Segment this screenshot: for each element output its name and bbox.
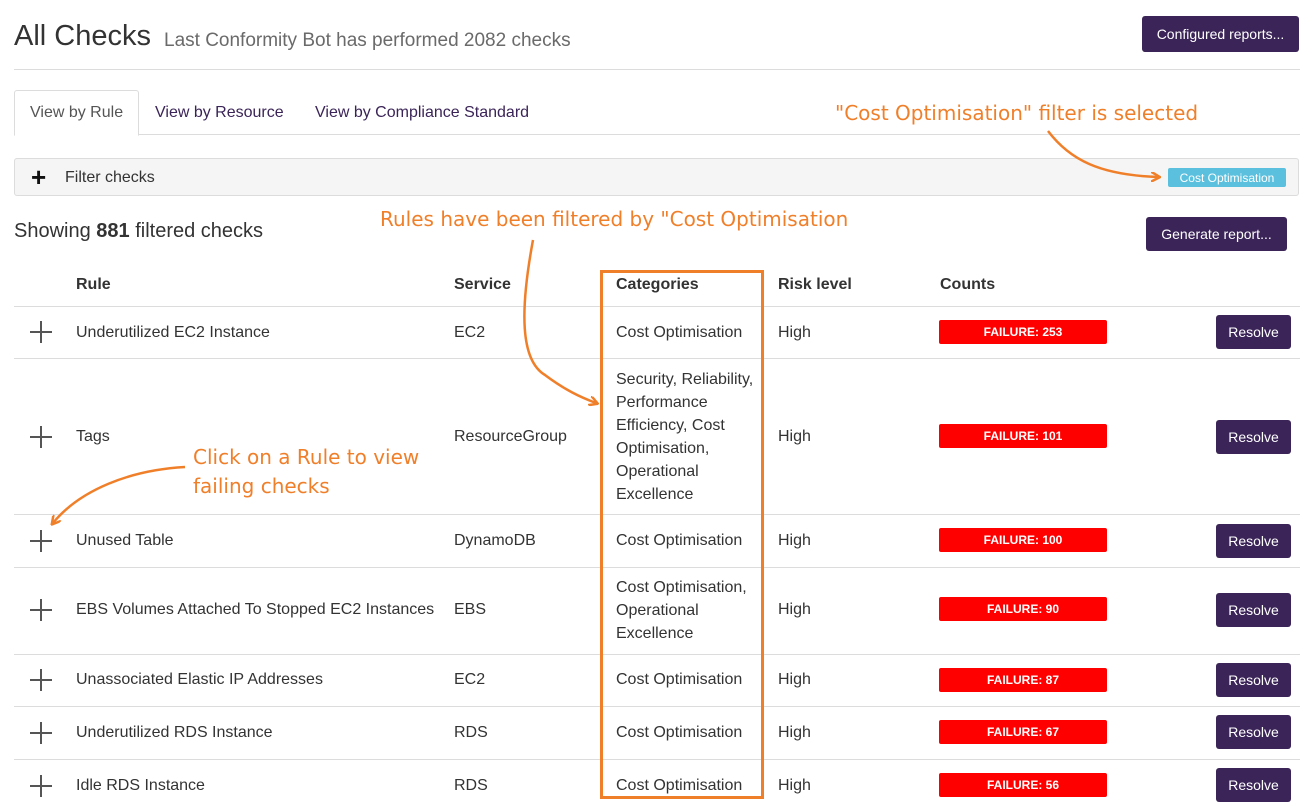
table-row[interactable]: Unassociated Elastic IP Addresses EC2 Co… [14, 655, 1300, 707]
table-row[interactable]: Underutilized RDS Instance RDS Cost Opti… [14, 707, 1300, 760]
column-header-rule[interactable]: Rule [76, 276, 111, 294]
column-header-counts[interactable]: Counts [940, 276, 995, 294]
rule-name[interactable]: Unassociated Elastic IP Addresses [76, 668, 323, 691]
rule-name[interactable]: Idle RDS Instance [76, 774, 205, 797]
configured-reports-button[interactable]: Configured reports... [1142, 16, 1299, 52]
service-name: EC2 [454, 671, 486, 688]
expand-row-icon[interactable] [30, 321, 52, 343]
category-line: Security, Reliability, [616, 371, 754, 388]
failure-count-badge[interactable]: FAILURE: 67 [939, 720, 1107, 744]
resolve-button[interactable]: Resolve [1216, 593, 1291, 627]
page-title: All Checks [14, 20, 151, 52]
filter-checks-label[interactable]: Filter checks [65, 169, 155, 187]
category-line: Excellence [616, 486, 694, 503]
add-filter-icon[interactable]: + [31, 163, 46, 191]
categories: Cost Optimisation [616, 529, 764, 552]
category-line: Cost Optimisation [616, 324, 743, 341]
tab-view-by-rule[interactable]: View by Rule [14, 90, 140, 136]
expand-row-icon[interactable] [30, 426, 52, 448]
risk-level: High [778, 601, 811, 618]
filter-bar: + Filter checks Cost Optimisation [14, 158, 1299, 196]
resolve-button[interactable]: Resolve [1216, 524, 1291, 558]
column-header-service[interactable]: Service [454, 276, 511, 294]
tab-view-by-resource[interactable]: View by Resource [140, 90, 299, 135]
rule-name[interactable]: Underutilized RDS Instance [76, 721, 273, 744]
category-line: Cost Optimisation [616, 777, 743, 794]
risk-level: High [778, 671, 811, 688]
expand-row-icon[interactable] [30, 599, 52, 621]
rule-name[interactable]: EBS Volumes Attached To Stopped EC2 Inst… [76, 598, 434, 621]
service-name: ResourceGroup [454, 428, 567, 445]
categories: Cost Optimisation [616, 774, 764, 797]
table-row[interactable]: Idle RDS Instance RDS Cost Optimisation … [14, 760, 1300, 811]
service-name: RDS [454, 724, 488, 741]
category-line: Operational [616, 463, 699, 480]
failure-count-badge[interactable]: FAILURE: 56 [939, 773, 1107, 797]
filtered-count: 881 [96, 220, 130, 242]
tab-view-by-compliance-standard[interactable]: View by Compliance Standard [300, 90, 544, 135]
showing-suffix: filtered checks [135, 220, 264, 242]
showing-prefix: Showing [14, 220, 91, 242]
column-header-risk-level[interactable]: Risk level [778, 276, 852, 294]
annotation-click-line2: failing checks [193, 474, 330, 498]
categories: Cost Optimisation [616, 721, 764, 744]
service-name: RDS [454, 777, 488, 794]
expand-row-icon[interactable] [30, 722, 52, 744]
category-line: Cost Optimisation [616, 671, 743, 688]
category-line: Excellence [616, 625, 694, 642]
risk-level: High [778, 777, 811, 794]
category-line: Cost Optimisation [616, 724, 743, 741]
risk-level: High [778, 324, 811, 341]
service-name: DynamoDB [454, 532, 536, 549]
annotation-click-rule: Click on a Rule to view failing checks [193, 443, 419, 501]
table-row[interactable]: Unused Table DynamoDB Cost Optimisation … [14, 515, 1300, 568]
risk-level: High [778, 428, 811, 445]
categories: Cost Optimisation, Operational Excellenc… [616, 576, 764, 645]
annotation-filter-selected: "Cost Optimisation" filter is selected [835, 101, 1199, 125]
categories: Cost Optimisation [616, 668, 764, 691]
generate-report-button[interactable]: Generate report... [1146, 217, 1287, 251]
failure-count-badge[interactable]: FAILURE: 87 [939, 668, 1107, 692]
failure-count-badge[interactable]: FAILURE: 101 [939, 424, 1107, 448]
expand-row-icon[interactable] [30, 775, 52, 797]
resolve-button[interactable]: Resolve [1216, 768, 1291, 802]
resolve-button[interactable]: Resolve [1216, 663, 1291, 697]
categories: Cost Optimisation [616, 321, 764, 344]
table-row[interactable]: EBS Volumes Attached To Stopped EC2 Inst… [14, 568, 1300, 655]
column-header-categories[interactable]: Categories [616, 276, 699, 294]
expand-row-icon[interactable] [30, 530, 52, 552]
showing-count: Showing 881 filtered checks [14, 220, 263, 243]
resolve-button[interactable]: Resolve [1216, 315, 1291, 349]
category-line: Performance [616, 394, 708, 411]
category-line: Operational [616, 602, 699, 619]
category-line: Cost Optimisation [616, 532, 743, 549]
table-row[interactable]: Underutilized EC2 Instance EC2 Cost Opti… [14, 307, 1300, 359]
active-filter-tag[interactable]: Cost Optimisation [1168, 168, 1286, 187]
rule-name[interactable]: Underutilized EC2 Instance [76, 321, 270, 344]
rule-name[interactable]: Unused Table [76, 529, 174, 552]
category-line: Cost Optimisation, [616, 579, 747, 596]
risk-level: High [778, 532, 811, 549]
page-header: All Checks Last Conformity Bot has perfo… [14, 16, 1300, 70]
category-line: Optimisation, [616, 440, 710, 457]
service-name: EBS [454, 601, 487, 618]
failure-count-badge[interactable]: FAILURE: 253 [939, 320, 1107, 344]
rule-name[interactable]: Tags [76, 425, 110, 448]
page-subtitle: Last Conformity Bot has performed 2082 c… [164, 30, 571, 51]
category-line: Efficiency, Cost [616, 417, 725, 434]
categories: Security, Reliability, Performance Effic… [616, 368, 764, 506]
resolve-button[interactable]: Resolve [1216, 420, 1291, 454]
failure-count-badge[interactable]: FAILURE: 100 [939, 528, 1107, 552]
annotation-rules-filtered: Rules have been filtered by "Cost Optimi… [380, 207, 849, 231]
risk-level: High [778, 724, 811, 741]
resolve-button[interactable]: Resolve [1216, 715, 1291, 749]
failure-count-badge[interactable]: FAILURE: 90 [939, 597, 1107, 621]
service-name: EC2 [454, 324, 486, 341]
annotation-click-line1: Click on a Rule to view [193, 445, 420, 469]
expand-row-icon[interactable] [30, 669, 52, 691]
